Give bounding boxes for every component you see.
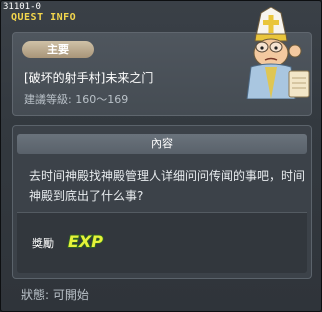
- exp-reward-icon[interactable]: EXP: [65, 229, 105, 251]
- content-section-title: 內容: [17, 134, 307, 154]
- status-value: 可開始: [52, 288, 89, 302]
- npc-priest-icon: [246, 7, 310, 99]
- quest-info-window: 31101-0 QUEST INFO 主要 [破坏的射手村]未来之门 建議等級:…: [0, 0, 322, 312]
- quest-type-badge: 主要: [22, 41, 94, 58]
- quest-id: 31101-0: [3, 2, 41, 12]
- quest-content-panel: 內容 去时间神殿找神殿管理人详细问问传闻的事吧，时间神殿到底出了什么事? 獎勵 …: [12, 125, 312, 279]
- level-range: 160～169: [75, 93, 129, 106]
- level-label: 建議等級:: [24, 93, 72, 106]
- exp-icon-text: EXP: [68, 232, 103, 251]
- recommended-level: 建議等級: 160～169: [24, 91, 128, 107]
- reward-label: 獎勵: [32, 237, 54, 250]
- status-label: 狀態:: [21, 288, 50, 302]
- window-title: QUEST INFO: [11, 12, 77, 23]
- quest-status: 狀態: 可開始: [21, 286, 89, 303]
- reward-section: 獎勵 EXP: [17, 212, 307, 273]
- quest-description: 去时间神殿找神殿管理人详细问问传闻的事吧，时间神殿到底出了什么事?: [29, 169, 306, 203]
- quest-title: [破坏的射手村]未来之门: [24, 71, 154, 85]
